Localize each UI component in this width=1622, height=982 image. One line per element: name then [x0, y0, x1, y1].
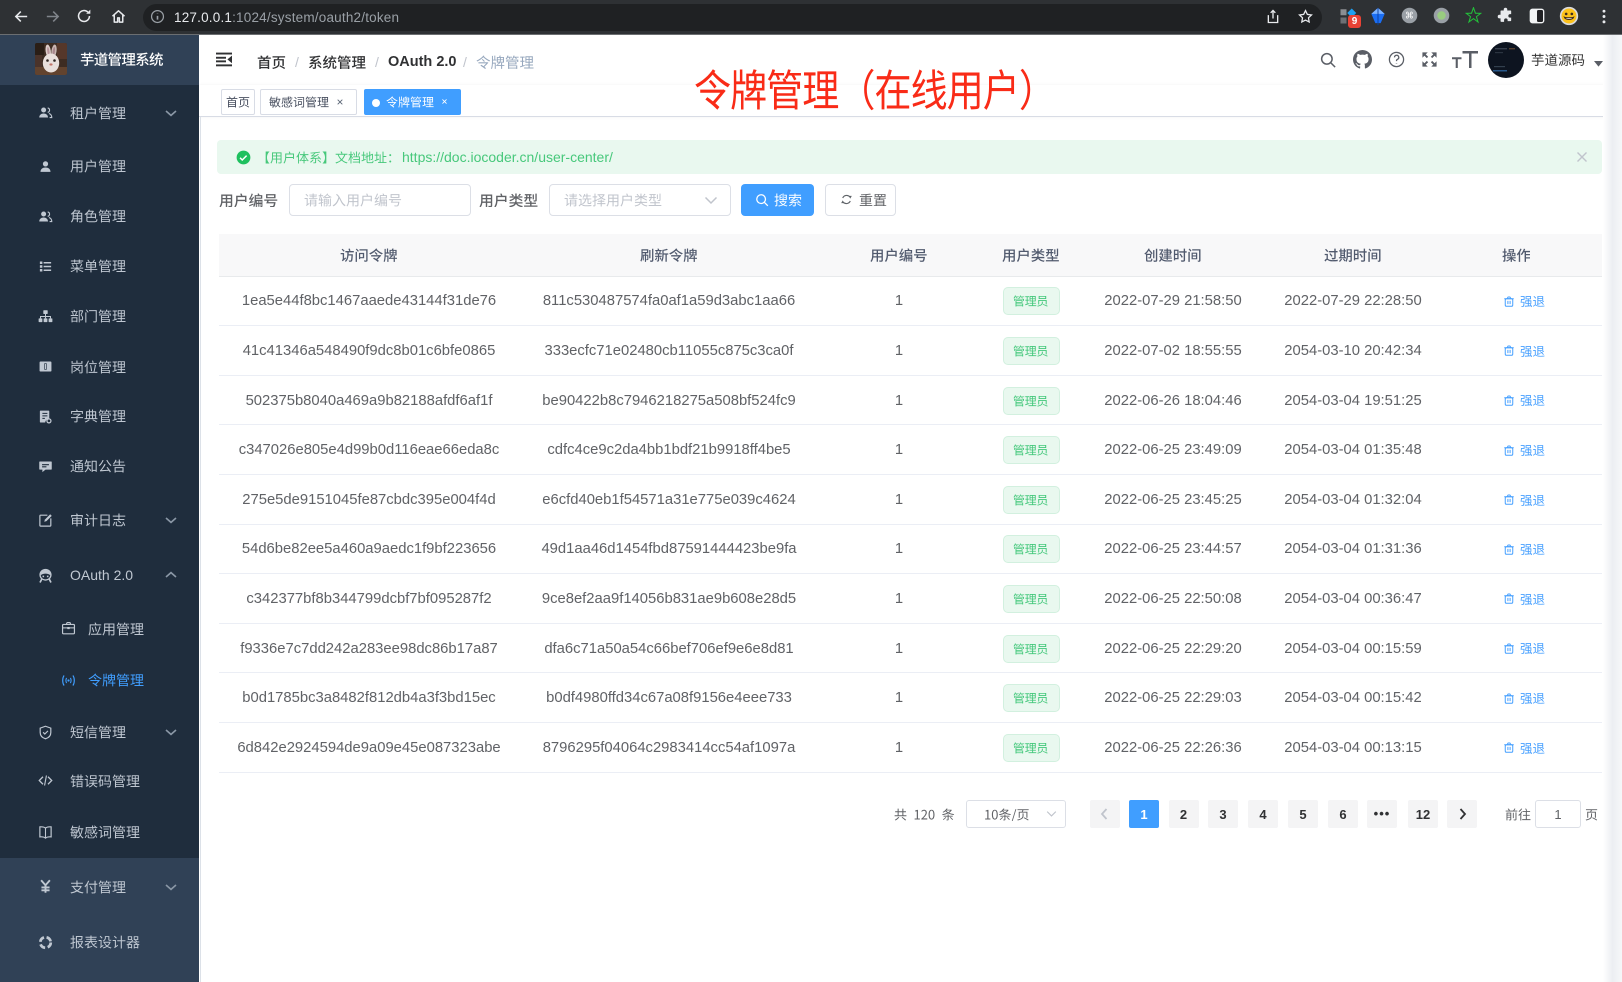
svg-text:⌘: ⌘ [1405, 11, 1414, 21]
